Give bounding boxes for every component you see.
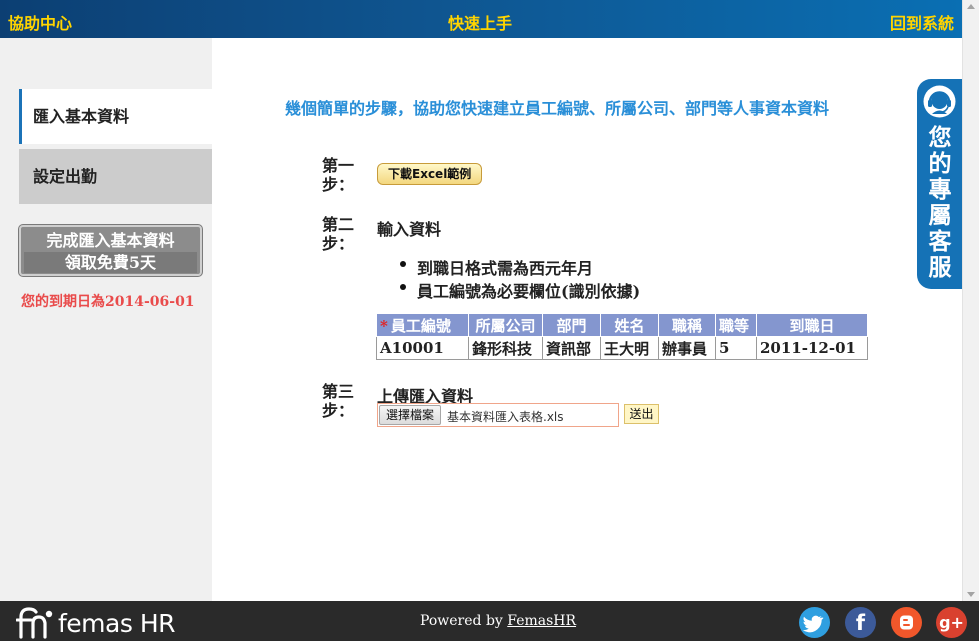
blogger-glyph-icon [900, 615, 913, 630]
table-cell: 2011-12-01 [756, 336, 868, 360]
expiry-date-text: 您的到期日為2014-06-01 [21, 294, 195, 310]
list-item: 到職日格式需為西元年月 [400, 255, 640, 278]
back-to-system-link[interactable]: 回到系統 [890, 10, 954, 34]
step2-title: 輸入資料 [377, 220, 442, 239]
vertical-scrollbar[interactable] [962, 0, 979, 601]
scroll-down-arrow-icon[interactable] [967, 592, 975, 597]
customer-service-label: 您的專屬客服 [928, 125, 952, 281]
top-bar: 協助中心 快速上手 回到系統 [0, 0, 962, 38]
brand-name: femas HR [58, 609, 176, 638]
femas-logo-icon [16, 607, 53, 639]
col-company: 所屬公司 [468, 313, 543, 337]
col-job-title: 職稱 [658, 313, 716, 337]
table-cell: A10001 [376, 336, 469, 360]
femashr-link[interactable]: FemasHR [507, 613, 576, 629]
list-item: 員工編號為必要欄位(識別依據) [400, 278, 640, 301]
step1-label: 第一步： [322, 156, 355, 194]
file-input[interactable]: 選擇檔案 基本資料匯入表格.xls [377, 403, 619, 427]
scroll-up-arrow-icon[interactable] [967, 4, 975, 9]
blogger-icon[interactable] [891, 607, 922, 638]
twitter-bird-icon [802, 615, 824, 633]
powered-by-text: Powered by FemasHR [420, 613, 576, 629]
free-trial-line1: 完成匯入基本資料 [46, 231, 175, 250]
col-grade: 職等 [715, 313, 757, 337]
footer: femas HR Powered by FemasHR f g+ [0, 601, 979, 641]
twitter-icon[interactable] [799, 607, 830, 638]
facebook-icon[interactable]: f [845, 607, 876, 638]
quick-start-title: 快速上手 [448, 14, 513, 33]
sidebar-item-attendance-settings[interactable]: 設定出勤 [19, 149, 212, 204]
free-trial-line2: 領取免費5天 [24, 252, 197, 273]
sidebar-item-import-basic-data[interactable]: 匯入基本資料 [19, 89, 212, 144]
table-header-row: * 員工編號 所屬公司 部門 姓名 職稱 職等 到職日 [376, 313, 868, 337]
help-center-link[interactable]: 協助中心 [8, 10, 72, 34]
customer-service-tab[interactable]: 您的專屬客服 [917, 79, 962, 289]
input-notes-list: 到職日格式需為西元年月 員工編號為必要欄位(識別依據) [400, 255, 640, 301]
headset-icon [923, 85, 956, 118]
table-row: A10001 鋒形科技 資訊部 王大明 辦事員 5 2011-12-01 [376, 336, 868, 360]
col-hire-date: 到職日 [756, 313, 868, 337]
step2-label: 第二步： [322, 215, 355, 253]
choose-file-button[interactable]: 選擇檔案 [379, 405, 442, 425]
sidebar: 匯入基本資料 設定出勤 完成匯入基本資料 領取免費5天 您的到期日為2014-0… [0, 38, 212, 601]
table-cell: 資訊部 [542, 336, 601, 360]
page-heading: 幾個簡單的步驟，協助您快速建立員工編號、所屬公司、部門等人事資本資料 [285, 99, 830, 118]
submit-button[interactable]: 送出 [624, 404, 659, 424]
table-cell: 5 [715, 336, 757, 360]
selected-file-name: 基本資料匯入表格.xls [447, 410, 564, 424]
sample-data-table: * 員工編號 所屬公司 部門 姓名 職稱 職等 到職日 A10001 鋒形科技 資… [376, 313, 868, 360]
step3-label: 第三步： [322, 382, 355, 420]
col-name: 姓名 [600, 313, 659, 337]
powered-by-prefix: Powered by [420, 613, 508, 629]
col-department: 部門 [542, 313, 601, 337]
free-trial-button[interactable]: 完成匯入基本資料 領取免費5天 [19, 225, 202, 276]
table-cell: 鋒形科技 [468, 336, 543, 360]
table-cell: 辦事員 [658, 336, 716, 360]
col-employee-id-label: 員工編號 [390, 316, 451, 335]
download-excel-button[interactable]: 下載Excel範例 [377, 163, 483, 185]
col-employee-id: * 員工編號 [376, 313, 469, 337]
google-plus-icon[interactable]: g+ [936, 607, 967, 638]
table-cell: 王大明 [600, 336, 659, 360]
required-mark: * [380, 316, 388, 335]
